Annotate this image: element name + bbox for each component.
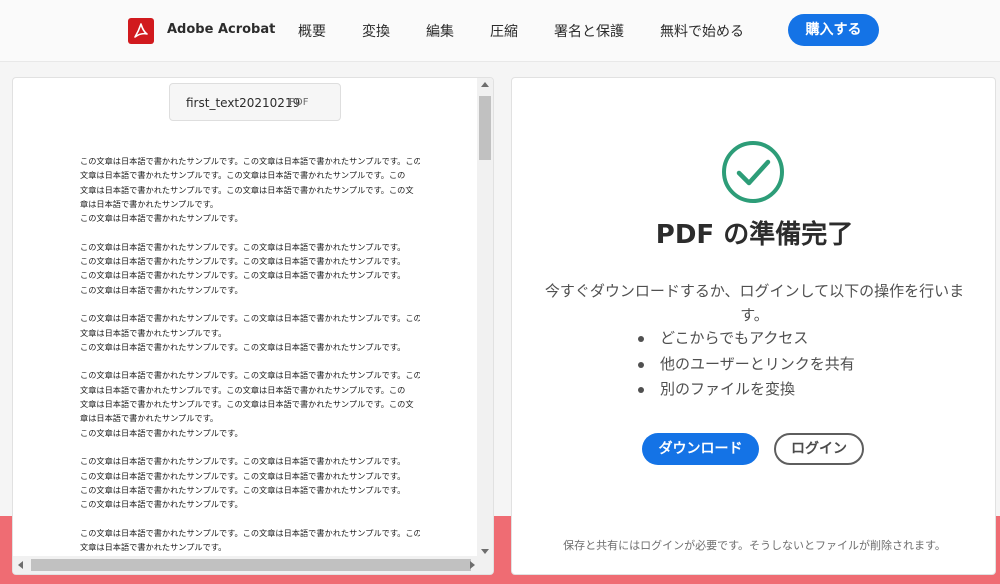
top-nav-bar: Adobe Acrobat 概要 変換 編集 圧縮 署名と保護 無料で始める 購… (0, 0, 1000, 62)
document-line: この文章は日本語で書かれたサンプルです。この文章は日本語で書かれたサンプルです。 (80, 256, 406, 267)
scroll-down-arrow-icon[interactable] (481, 549, 489, 554)
document-line: この文章は日本語で書かれたサンプルです。 (80, 427, 243, 438)
horizontal-scrollbar[interactable] (13, 556, 493, 574)
document-line: この文章は日本語で書かれたサンプルです。この文章は日本語で書かれたサンプルです。… (80, 156, 420, 166)
document-paragraph: この文章は日本語で書かれたサンプルです。この文章は日本語で書かれたサンプルです。… (80, 368, 420, 439)
nav-edit[interactable]: 編集 (426, 21, 454, 41)
document-line: この文章は日本語で書かれたサンプルです。この文章は日本語で書かれたサンプルです。… (80, 313, 420, 324)
horizontal-scroll-thumb[interactable] (31, 559, 471, 571)
document-line: この文章は日本語で書かれたサンプルです。 (80, 213, 243, 224)
pdf-ready-panel: PDF の準備完了 今すぐダウンロードするか、ログインして以下の操作を行います。… (511, 77, 996, 575)
adobe-acrobat-icon[interactable] (128, 18, 154, 44)
document-line: この文章は日本語で書かれたサンプルです。この文章は日本語で書かれたサンプルです。 (80, 241, 406, 252)
bullet-icon (638, 361, 644, 368)
nav-convert[interactable]: 変換 (362, 21, 390, 41)
document-line: 文章は日本語で書かれたサンプルです。 (80, 327, 227, 338)
ready-title: PDF の準備完了 (655, 220, 854, 250)
document-line: 文章は日本語で書かれたサンプルです。 (80, 542, 227, 553)
file-name: first_text20210219 (186, 96, 301, 110)
vertical-scrollbar[interactable] (477, 78, 493, 558)
login-required-note: 保存と共有にはログインが必要です。そうしないとファイルが削除されます。 (563, 539, 946, 552)
document-line: この文章は日本語で書かれたサンプルです。この文章は日本語で書かれたサンプルです。 (80, 456, 406, 467)
document-line: 文章は日本語で書かれたサンプルです。この文章は日本語で書かれたサンプルです。この… (80, 399, 414, 410)
download-button[interactable]: ダウンロード (642, 433, 759, 465)
document-line: 文章は日本語で書かれたサンプルです。この文章は日本語で書かれたサンプルです。この… (80, 184, 414, 195)
nav-overview[interactable]: 概要 (298, 21, 326, 41)
document-line: 章は日本語で書かれたサンプルです。 (80, 413, 219, 424)
nav-compress[interactable]: 圧縮 (490, 21, 518, 41)
feature-list: どこからでもアクセス 他のユーザーとリンクを共有 別のファイルを変換 (638, 326, 855, 403)
buy-button[interactable]: 購入する (788, 14, 879, 46)
ready-description: 今すぐダウンロードするか、ログインして以下の操作を行います。 (544, 282, 965, 324)
document-line: この文章は日本語で書かれたサンプルです。この文章は日本語で書かれたサンプルです。… (80, 527, 420, 538)
nav-start-free[interactable]: 無料で始める (660, 21, 744, 41)
bullet-icon (638, 387, 644, 393)
feature-item: どこからでもアクセス (638, 326, 855, 352)
filename-chip: first_text20210219 PDF (169, 83, 341, 121)
document-paragraph: この文章は日本語で書かれたサンプルです。この文章は日本語で書かれたサンプルです。… (80, 154, 420, 225)
login-button[interactable]: ログイン (774, 433, 864, 465)
scroll-up-arrow-icon[interactable] (481, 82, 489, 87)
document-line: この文章は日本語で書かれたサンプルです。この文章は日本語で書かれたサンプルです。 (80, 470, 406, 481)
document-line: 文章は日本語で書かれたサンプルです。この文章は日本語で書かれたサンプルです。この (80, 170, 406, 181)
document-line: この文章は日本語で書かれたサンプルです。この文章は日本語で書かれたサンプルです。 (80, 484, 406, 495)
feature-text: どこからでもアクセス (660, 329, 809, 347)
vertical-scroll-thumb[interactable] (479, 96, 491, 160)
document-line: この文章は日本語で書かれたサンプルです。この文章は日本語で書かれたサンプルです。… (80, 370, 420, 381)
document-line: この文章は日本語で書かれたサンプルです。 (80, 284, 243, 295)
document-line: この文章は日本語で書かれたサンプルです。この文章は日本語で書かれたサンプルです。 (80, 270, 406, 281)
brand-name[interactable]: Adobe Acrobat (167, 22, 275, 37)
document-paragraph: この文章は日本語で書かれたサンプルです。この文章は日本語で書かれたサンプルです。… (80, 311, 420, 354)
document-paragraph: この文章は日本語で書かれたサンプルです。この文章は日本語で書かれたサンプルです。… (80, 454, 420, 511)
scroll-right-arrow-icon[interactable] (470, 561, 475, 569)
bullet-icon (638, 336, 644, 342)
file-type: PDF (289, 97, 309, 108)
document-line: この文章は日本語で書かれたサンプルです。 (80, 499, 243, 510)
pdf-preview-panel: first_text20210219 PDF この文章は日本語で書かれたサンプル… (12, 77, 494, 575)
checkmark-circle-icon (722, 141, 784, 203)
document-page: この文章は日本語で書かれたサンプルです。この文章は日本語で書かれたサンプルです。… (80, 154, 420, 574)
scroll-left-arrow-icon[interactable] (18, 561, 23, 569)
document-line: 章は日本語で書かれたサンプルです。 (80, 198, 219, 209)
document-line: この文章は日本語で書かれたサンプルです。この文章は日本語で書かれたサンプルです。 (80, 341, 406, 352)
feature-text: 他のユーザーとリンクを共有 (660, 354, 855, 373)
document-line: 文章は日本語で書かれたサンプルです。この文章は日本語で書かれたサンプルです。この (80, 384, 406, 395)
feature-text: 別のファイルを変換 (660, 380, 796, 398)
feature-item: 別のファイルを変換 (638, 377, 855, 403)
document-paragraph: この文章は日本語で書かれたサンプルです。この文章は日本語で書かれたサンプルです。… (80, 240, 420, 297)
nav-sign-protect[interactable]: 署名と保護 (554, 21, 624, 41)
feature-item: 他のユーザーとリンクを共有 (638, 352, 855, 378)
acrobat-swirl-icon (134, 23, 148, 38)
